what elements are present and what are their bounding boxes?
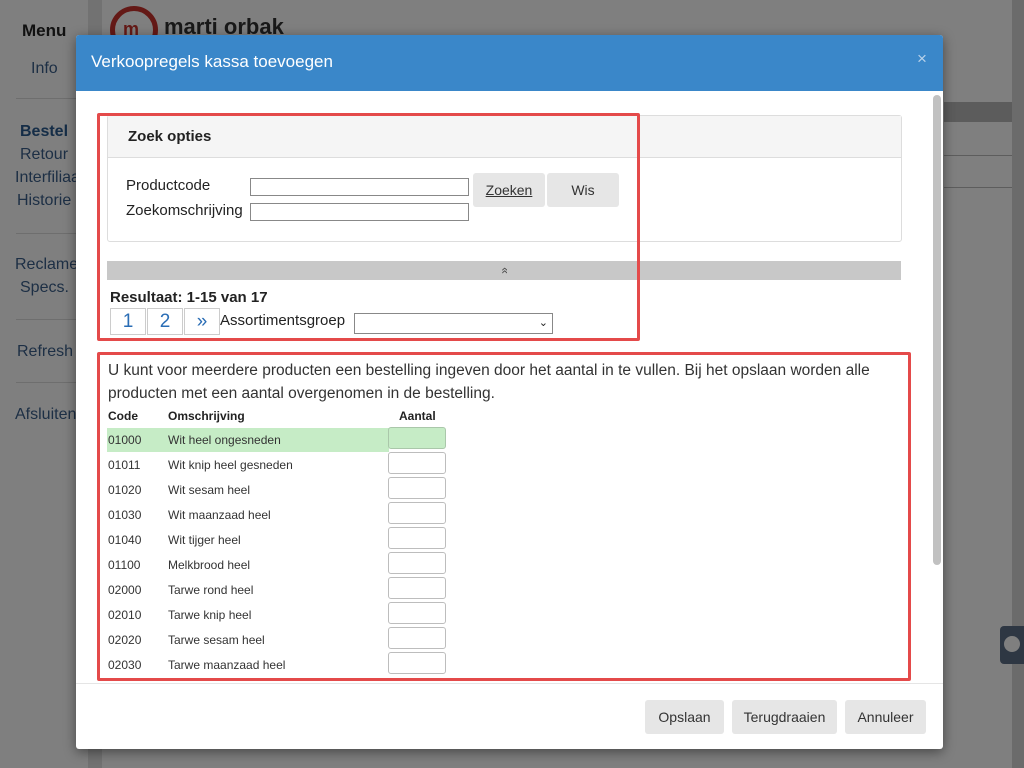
row-code: 01040 xyxy=(108,533,142,547)
row-description: Melkbrood heel xyxy=(168,558,251,572)
table-row[interactable]: 01011 Wit knip heel gesneden xyxy=(107,453,389,477)
modal-scrollbar[interactable] xyxy=(933,95,941,565)
row-description: Tarwe knip heel xyxy=(168,608,252,622)
zoekomschrijving-input[interactable] xyxy=(250,203,469,221)
modal-header: Verkoopregels kassa toevoegen × xyxy=(76,35,943,91)
modal-dialog: Verkoopregels kassa toevoegen × Zoek opt… xyxy=(76,35,943,749)
assortimentsgroep-select[interactable]: ⌄ xyxy=(354,313,553,334)
row-code: 02030 xyxy=(108,658,142,672)
quantity-input[interactable] xyxy=(388,427,446,449)
search-panel: Zoek opties Productcode Zoekomschrijving… xyxy=(107,115,902,242)
modal-title: Verkoopregels kassa toevoegen xyxy=(91,52,333,71)
table-row[interactable]: 01100 Melkbrood heel xyxy=(107,553,389,577)
result-count: Resultaat: 1-15 van 17 xyxy=(110,289,268,306)
column-header-omschrijving: Omschrijving xyxy=(168,409,245,423)
row-description: Wit heel ongesneden xyxy=(168,433,281,447)
table-row[interactable]: 01030 Wit maanzaad heel xyxy=(107,503,389,527)
search-panel-header: Zoek opties xyxy=(108,116,901,158)
row-description: Tarwe rond heel xyxy=(168,583,254,597)
table-row[interactable]: 01040 Wit tijger heel xyxy=(107,528,389,552)
row-description: Tarwe maanzaad heel xyxy=(168,658,286,672)
row-code: 01020 xyxy=(108,483,142,497)
productcode-label: Productcode xyxy=(126,177,211,194)
modal-footer-divider xyxy=(76,683,943,684)
collapse-bar[interactable]: » xyxy=(107,261,901,280)
info-text: U kunt voor meerdere producten een beste… xyxy=(108,362,870,402)
chevron-down-icon: ⌄ xyxy=(538,317,548,329)
table-row[interactable]: 02020 Tarwe sesam heel xyxy=(107,628,389,652)
page-1-button[interactable]: 1 xyxy=(110,308,146,335)
quantity-input[interactable] xyxy=(388,477,446,499)
row-description: Tarwe sesam heel xyxy=(168,633,265,647)
table-row[interactable]: 01000 Wit heel ongesneden xyxy=(107,428,389,452)
productcode-input[interactable] xyxy=(250,178,469,196)
row-code: 01030 xyxy=(108,508,142,522)
quantity-input[interactable] xyxy=(388,452,446,474)
quantity-input[interactable] xyxy=(388,502,446,524)
row-description: Wit sesam heel xyxy=(168,483,251,497)
table-row[interactable]: 02010 Tarwe knip heel xyxy=(107,603,389,627)
table-row[interactable]: 01020 Wit sesam heel xyxy=(107,478,389,502)
row-code: 02000 xyxy=(108,583,142,597)
zoeken-button[interactable]: Zoeken xyxy=(473,173,545,207)
quantity-input[interactable] xyxy=(388,577,446,599)
quantity-input[interactable] xyxy=(388,652,446,674)
zoekomschrijving-label: Zoekomschrijving xyxy=(126,202,243,219)
quantity-input[interactable] xyxy=(388,602,446,624)
row-description: Wit maanzaad heel xyxy=(168,508,271,522)
row-code: 01100 xyxy=(108,558,141,572)
quantity-input[interactable] xyxy=(388,552,446,574)
assortimentsgroep-label: Assortimentsgroep xyxy=(220,312,346,329)
chevron-up-icon: » xyxy=(496,267,511,274)
row-code: 02010 xyxy=(108,608,142,622)
close-icon[interactable]: × xyxy=(917,49,927,69)
row-code: 01000 xyxy=(108,433,142,447)
row-description: Wit tijger heel xyxy=(168,533,241,547)
save-button[interactable]: Opslaan xyxy=(645,700,724,734)
quantity-input[interactable] xyxy=(388,627,446,649)
undo-button[interactable]: Terugdraaien xyxy=(732,700,837,734)
table-row[interactable]: 02030 Tarwe maanzaad heel xyxy=(107,653,389,677)
table-row[interactable]: 02000 Tarwe rond heel xyxy=(107,578,389,602)
cancel-button[interactable]: Annuleer xyxy=(845,700,926,734)
column-header-aantal: Aantal xyxy=(399,409,436,423)
column-header-code: Code xyxy=(108,409,138,423)
search-panel-title: Zoek opties xyxy=(128,128,212,145)
next-page-button[interactable]: » xyxy=(184,308,220,335)
row-code: 01011 xyxy=(108,458,141,472)
page-2-button[interactable]: 2 xyxy=(147,308,183,335)
row-code: 02020 xyxy=(108,633,142,647)
quantity-input[interactable] xyxy=(388,527,446,549)
row-description: Wit knip heel gesneden xyxy=(168,458,293,472)
wis-button[interactable]: Wis xyxy=(547,173,619,207)
